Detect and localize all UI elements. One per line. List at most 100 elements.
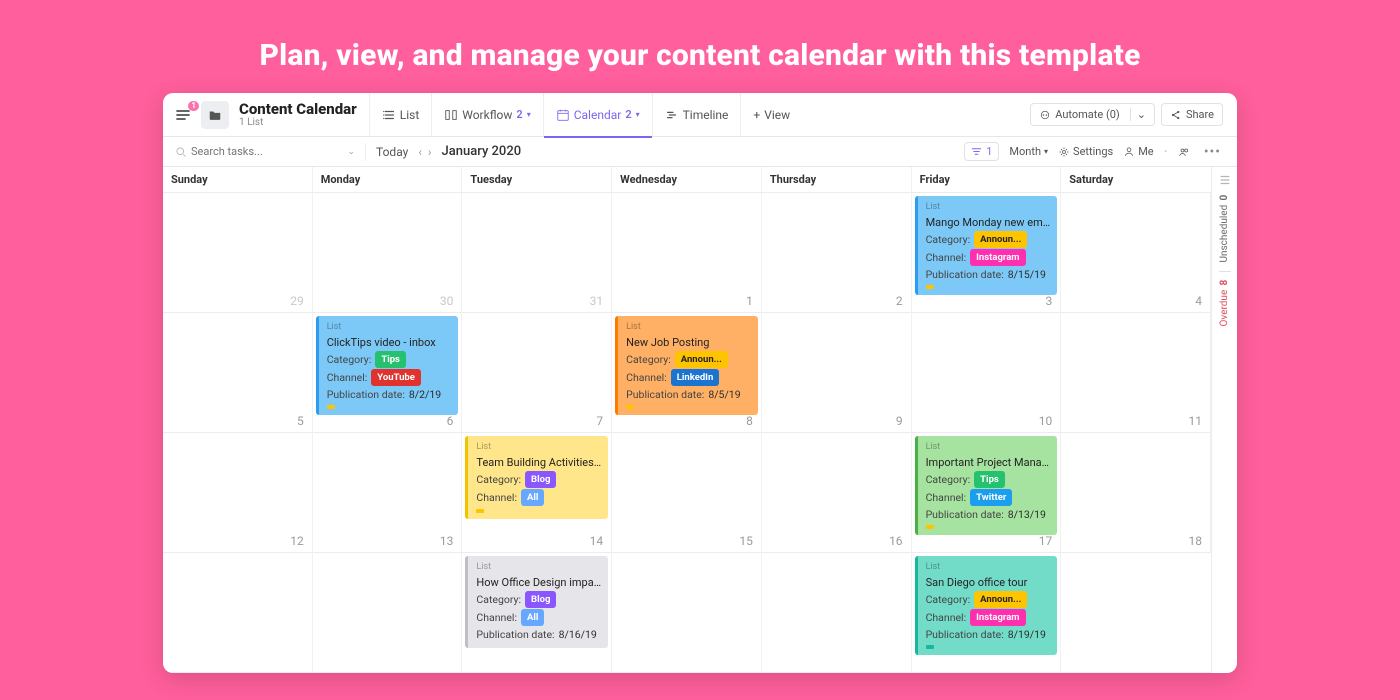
calendar-cell[interactable]: 12 <box>163 433 313 553</box>
page-headline: Plan, view, and manage your content cale… <box>0 38 1400 73</box>
date-number: 3 <box>1046 294 1053 308</box>
unscheduled-toggle[interactable]: Unscheduled 0 <box>1219 195 1230 263</box>
day-header: Tuesday <box>462 167 612 192</box>
assignees-button[interactable] <box>1178 146 1190 158</box>
calendar-cell[interactable]: 31 <box>462 193 612 313</box>
overdue-toggle[interactable]: Overdue 8 <box>1219 280 1230 326</box>
menu-button[interactable]: 1 <box>171 103 195 127</box>
priority-flag <box>926 285 934 289</box>
calendar-cell[interactable]: ListMango Monday new employeeCategory: A… <box>912 193 1062 313</box>
side-rail: Unscheduled 0 Overdue 8 <box>1211 167 1237 673</box>
calendar-cell[interactable]: 5 <box>163 313 313 433</box>
share-icon <box>1170 109 1182 121</box>
card-title: How Office Design impacts Pr <box>476 575 602 590</box>
calendar-cell[interactable]: 1 <box>612 193 762 313</box>
date-number: 18 <box>1188 534 1202 548</box>
calendar-cell[interactable]: 30 <box>313 193 463 313</box>
calendar-cell[interactable]: 2 <box>762 193 912 313</box>
pub-date: 8/19/19 <box>1008 627 1046 642</box>
date-number: 4 <box>1195 294 1202 308</box>
tab-timeline[interactable]: Timeline <box>652 93 741 137</box>
day-header: Wednesday <box>612 167 762 192</box>
calendar-cell[interactable] <box>1061 553 1211 673</box>
calendar-cell[interactable]: 9 <box>762 313 912 433</box>
calendar-cell[interactable]: 16 <box>762 433 912 553</box>
share-button[interactable]: Share <box>1161 103 1223 126</box>
calendar-cell[interactable]: 11 <box>1061 313 1211 433</box>
calendar-cell[interactable] <box>313 553 463 673</box>
view-mode-select[interactable]: Month▾ <box>1009 145 1048 158</box>
date-number: 9 <box>896 414 903 428</box>
task-card[interactable]: ListNew Job PostingCategory: Announ...Ch… <box>615 316 758 415</box>
date-number: 11 <box>1188 414 1202 428</box>
task-card[interactable]: ListHow Office Design impacts PrCategory… <box>465 556 608 648</box>
calendar-cell[interactable]: 18 <box>1061 433 1211 553</box>
search-input-wrap[interactable]: ⌄ <box>175 145 355 158</box>
list-icon <box>382 108 396 122</box>
card-list-label: List <box>476 440 602 455</box>
people-icon <box>1178 146 1190 158</box>
automate-button[interactable]: Automate (0) ⌄ <box>1030 103 1155 126</box>
chevron-down-icon[interactable]: ⌄ <box>1130 108 1146 121</box>
date-number: 14 <box>590 534 604 548</box>
card-list-label: List <box>327 320 453 335</box>
task-card[interactable]: ListSan Diego office tourCategory: Annou… <box>915 556 1058 655</box>
task-card[interactable]: ListImportant Project ManagementCategory… <box>915 436 1058 535</box>
filter-button[interactable]: 1 <box>964 142 999 161</box>
prev-month-button[interactable]: ‹ <box>418 145 422 159</box>
app-window: 1 Content Calendar 1 List List Workflow … <box>163 93 1237 673</box>
tab-calendar[interactable]: Calendar 2 ▾ <box>543 93 652 137</box>
today-button[interactable]: Today <box>376 145 408 159</box>
category-pill: Tips <box>974 471 1005 488</box>
category-pill: Announ... <box>974 231 1027 248</box>
card-list-label: List <box>926 440 1052 455</box>
calendar-cell[interactable] <box>163 553 313 673</box>
notification-badge: 1 <box>188 101 199 111</box>
day-header: Friday <box>912 167 1062 192</box>
calendar-cell[interactable]: 7 <box>462 313 612 433</box>
task-card[interactable]: ListClickTips video - inboxCategory: Tip… <box>316 316 459 415</box>
date-number: 1 <box>746 294 753 308</box>
calendar-grid: SundayMondayTuesdayWednesdayThursdayFrid… <box>163 167 1211 673</box>
calendar-cell[interactable]: ListNew Job PostingCategory: Announ...Ch… <box>612 313 762 433</box>
calendar-cell[interactable]: 29 <box>163 193 313 313</box>
robot-icon <box>1039 109 1051 121</box>
pub-date: 8/13/19 <box>1008 507 1046 522</box>
chevron-down-icon[interactable]: ⌄ <box>347 147 355 157</box>
task-card[interactable]: ListTeam Building Activities: 25 ECatego… <box>465 436 608 519</box>
calendar-cell[interactable]: 15 <box>612 433 762 553</box>
calendar-cell[interactable]: ListTeam Building Activities: 25 ECatego… <box>462 433 612 553</box>
calendar-cell[interactable] <box>762 553 912 673</box>
calendar-cell[interactable]: 13 <box>313 433 463 553</box>
calendar-cell[interactable]: ListImportant Project ManagementCategory… <box>912 433 1062 553</box>
card-title: Team Building Activities: 25 E <box>476 455 602 470</box>
calendar-cell[interactable]: ListHow Office Design impacts PrCategory… <box>462 553 612 673</box>
date-number: 8 <box>746 414 753 428</box>
more-button[interactable]: ••• <box>1200 144 1225 160</box>
calendar-icon <box>556 108 570 122</box>
folder-button[interactable] <box>201 101 229 129</box>
category-pill: Announ... <box>974 591 1027 608</box>
chevron-down-icon: ▾ <box>527 110 531 119</box>
date-number: 10 <box>1039 414 1053 428</box>
channel-pill: Instagram <box>970 249 1025 266</box>
calendar-cell[interactable]: ListClickTips video - inboxCategory: Tip… <box>313 313 463 433</box>
task-card[interactable]: ListMango Monday new employeeCategory: A… <box>915 196 1058 295</box>
priority-flag <box>327 405 335 409</box>
card-title: San Diego office tour <box>926 575 1052 590</box>
me-button[interactable]: Me <box>1123 145 1153 158</box>
tab-workflow[interactable]: Workflow 2 ▾ <box>431 93 542 137</box>
calendar-cell[interactable] <box>612 553 762 673</box>
timeline-icon <box>665 108 679 122</box>
calendar-cell[interactable]: ListSan Diego office tourCategory: Annou… <box>912 553 1062 673</box>
settings-button[interactable]: Settings <box>1058 145 1113 158</box>
next-month-button[interactable]: › <box>428 145 432 159</box>
sub-toolbar: ⌄ Today ‹ › January 2020 1 Month▾ Settin… <box>163 137 1237 167</box>
drawer-icon[interactable] <box>1218 173 1232 187</box>
calendar-cell[interactable]: 4 <box>1061 193 1211 313</box>
add-view[interactable]: + View <box>740 93 802 137</box>
tab-list[interactable]: List <box>369 93 432 137</box>
search-input[interactable] <box>191 145 311 158</box>
calendar-cell[interactable]: 10 <box>912 313 1062 433</box>
search-icon <box>175 146 187 158</box>
